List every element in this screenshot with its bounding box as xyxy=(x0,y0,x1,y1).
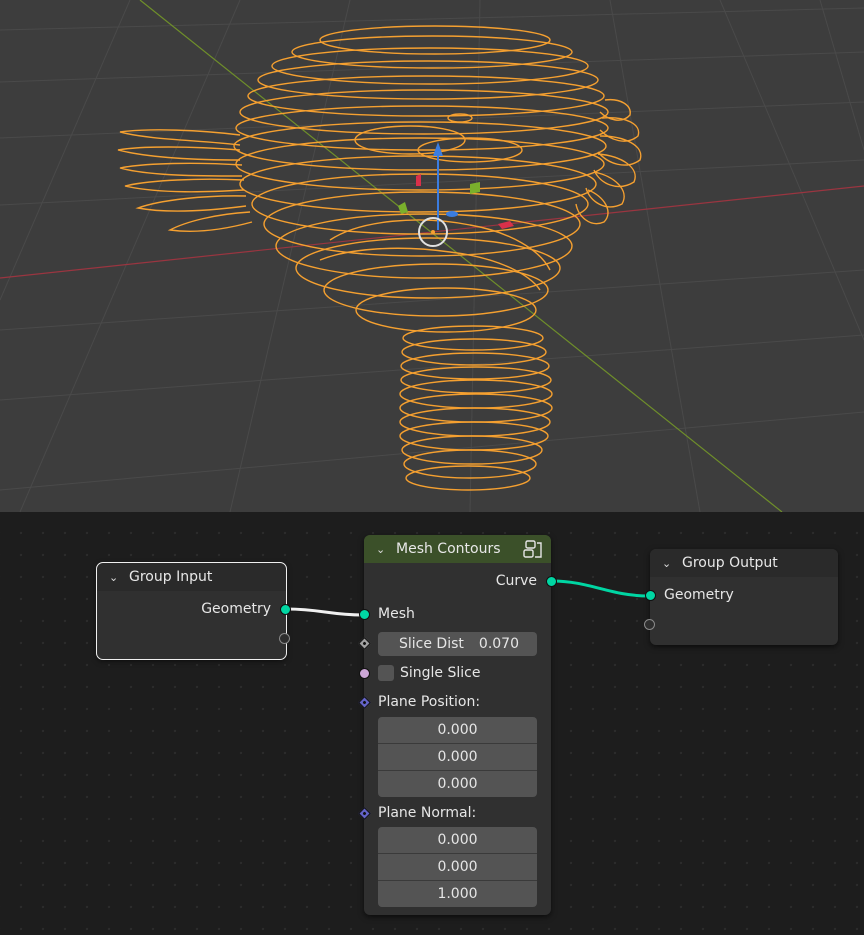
mesh-input-socket[interactable] xyxy=(359,609,370,620)
output-geometry-label: Geometry xyxy=(201,601,271,617)
empty-input-socket[interactable] xyxy=(644,619,655,630)
link-geometry-to-mesh xyxy=(286,607,364,617)
mesh-contours-node[interactable]: ⌄ Mesh Contours Curve Mesh Slice Dist 0.… xyxy=(358,535,557,915)
single-slice-label: Single Slice xyxy=(400,665,481,681)
plane-normal-label: Plane Normal: xyxy=(378,805,477,821)
single-slice-checkbox[interactable] xyxy=(378,665,394,681)
input-geometry-label: Geometry xyxy=(664,587,734,603)
plane-position-vector: 0.000 0.000 0.000 xyxy=(378,717,537,797)
contour-curves[interactable] xyxy=(117,25,642,491)
group-input-node[interactable]: ⌄ Group Input Geometry xyxy=(96,562,291,660)
plane-normal-vector: 0.000 0.000 1.000 xyxy=(378,827,537,907)
geometry-input-socket[interactable] xyxy=(645,590,656,601)
viewport-canvas[interactable] xyxy=(0,0,864,512)
group-output-header[interactable]: ⌄ Group Output xyxy=(650,549,838,577)
curve-output-socket[interactable] xyxy=(546,576,557,587)
mesh-contours-header[interactable]: ⌄ Mesh Contours xyxy=(364,535,551,563)
transform-gizmo[interactable] xyxy=(398,142,514,230)
empty-output-socket[interactable] xyxy=(279,633,290,644)
plane-position-x-field[interactable]: 0.000 xyxy=(378,717,537,744)
plane-position-z-field[interactable]: 0.000 xyxy=(378,771,537,797)
node-title: Mesh Contours xyxy=(396,541,501,557)
curve-output-label: Curve xyxy=(495,573,537,589)
node-title: Group Output xyxy=(682,555,778,571)
3d-viewport[interactable] xyxy=(0,0,864,512)
origin-point xyxy=(431,230,435,234)
link-curve-to-geometry xyxy=(551,579,650,598)
node-group-icon[interactable] xyxy=(523,539,543,559)
mesh-input-label: Mesh xyxy=(378,606,415,622)
group-output-node[interactable]: ⌄ Group Output Geometry xyxy=(644,549,838,645)
plane-normal-z-field[interactable]: 1.000 xyxy=(378,881,537,907)
plane-normal-x-field[interactable]: 0.000 xyxy=(378,827,537,854)
single-slice-socket[interactable] xyxy=(359,668,370,679)
geometry-output-socket[interactable] xyxy=(280,604,291,615)
group-input-header[interactable]: ⌄ Group Input xyxy=(97,563,286,591)
node-title: Group Input xyxy=(129,569,213,585)
slice-dist-field[interactable]: Slice Dist 0.070 xyxy=(378,632,537,656)
node-editor[interactable]: ⌄ Group Input Geometry ⌄ Mesh Contours C… xyxy=(0,512,864,935)
plane-position-y-field[interactable]: 0.000 xyxy=(378,744,537,771)
plane-normal-y-field[interactable]: 0.000 xyxy=(378,854,537,881)
plane-position-label: Plane Position: xyxy=(378,694,481,710)
chevron-down-icon[interactable]: ⌄ xyxy=(662,557,676,570)
chevron-down-icon[interactable]: ⌄ xyxy=(109,571,123,584)
chevron-down-icon[interactable]: ⌄ xyxy=(376,543,390,556)
